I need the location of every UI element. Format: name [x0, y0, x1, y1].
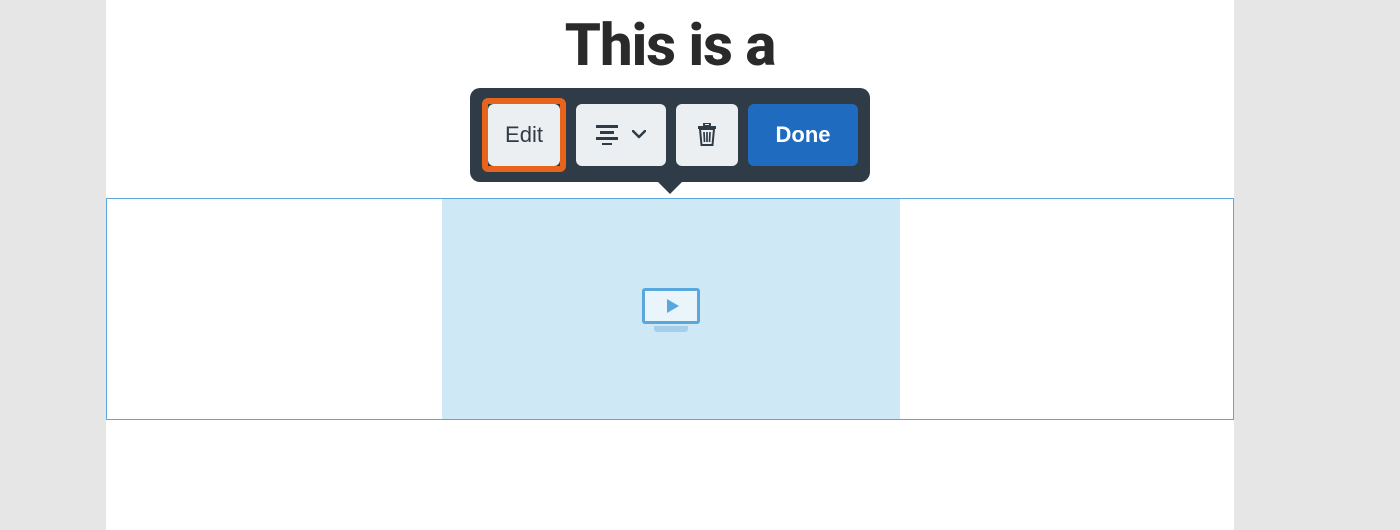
- done-button-label: Done: [776, 122, 831, 148]
- delete-button[interactable]: [676, 104, 738, 166]
- media-placeholder[interactable]: [442, 199, 900, 419]
- edit-button-label: Edit: [505, 122, 543, 148]
- chevron-down-icon: [632, 130, 646, 140]
- selected-block-outline[interactable]: [106, 198, 1234, 420]
- page-canvas: This is a Edit: [106, 0, 1234, 530]
- align-dropdown-button[interactable]: [576, 104, 666, 166]
- toolbar-container: Edit: [470, 88, 870, 182]
- done-button[interactable]: Done: [748, 104, 858, 166]
- edit-highlight: Edit: [482, 98, 566, 172]
- trash-icon: [697, 123, 717, 147]
- edit-button[interactable]: Edit: [488, 104, 560, 166]
- video-icon: [642, 288, 700, 330]
- block-toolbar: Edit: [470, 88, 870, 182]
- page-title: This is a: [565, 12, 776, 80]
- align-center-icon: [596, 125, 618, 145]
